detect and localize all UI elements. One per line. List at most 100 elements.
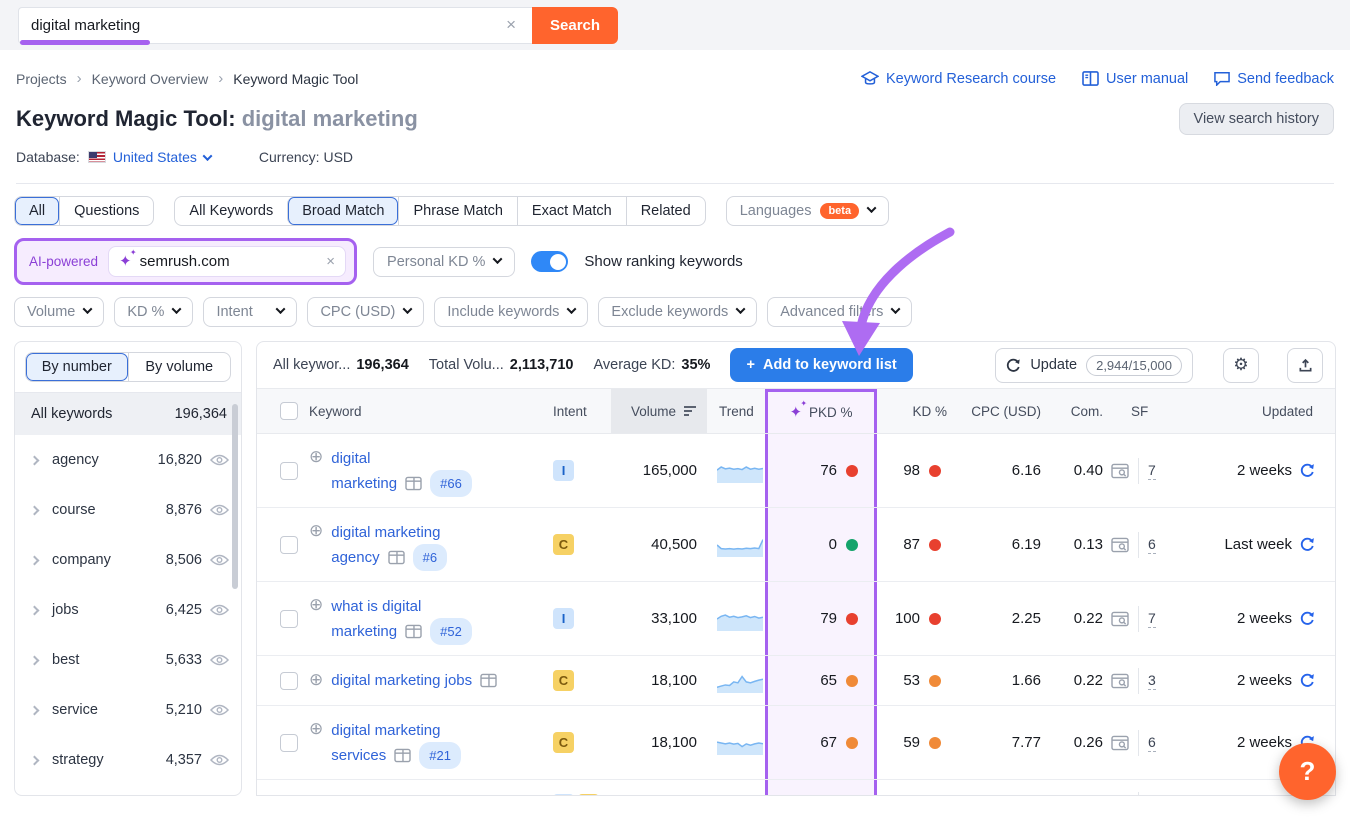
- ranking-position-pill[interactable]: #52: [430, 618, 472, 645]
- column-trend[interactable]: Trend: [707, 389, 765, 433]
- view-search-history-button[interactable]: View search history: [1179, 103, 1334, 135]
- eye-icon[interactable]: [210, 704, 229, 716]
- eye-icon[interactable]: [210, 654, 229, 666]
- ranking-position-pill[interactable]: #66: [430, 470, 472, 497]
- tab-related[interactable]: Related: [626, 197, 705, 225]
- add-keyword-icon[interactable]: ⊕: [309, 794, 323, 796]
- add-keyword-icon[interactable]: ⊕: [309, 595, 323, 615]
- sidebar-item-company[interactable]: company8,506: [15, 535, 241, 585]
- keyword-link[interactable]: services: [331, 744, 386, 767]
- tab-questions[interactable]: Questions: [59, 197, 153, 225]
- intent-filter-dropdown[interactable]: Intent: [203, 297, 297, 327]
- row-checkbox[interactable]: [280, 734, 298, 752]
- serp-preview-icon[interactable]: [1111, 735, 1129, 751]
- serp-icon[interactable]: [388, 550, 405, 565]
- column-kd[interactable]: KD %: [877, 389, 947, 433]
- tab-all-keywords[interactable]: All Keywords: [175, 197, 287, 225]
- refresh-icon[interactable]: [1300, 463, 1315, 478]
- personal-kd-dropdown[interactable]: Personal KD %: [373, 247, 515, 277]
- table-settings-button[interactable]: ⚙: [1223, 348, 1259, 383]
- eye-icon[interactable]: [210, 754, 229, 766]
- kd-filter-dropdown[interactable]: KD %: [114, 297, 193, 327]
- refresh-icon[interactable]: [1300, 537, 1315, 552]
- database-selector[interactable]: United States: [113, 149, 211, 165]
- languages-dropdown[interactable]: Languages beta: [726, 196, 889, 226]
- keyword-link[interactable]: digital marketing jobs: [331, 669, 472, 692]
- serp-features-count[interactable]: 3: [1148, 672, 1156, 690]
- column-pkd[interactable]: ✦ PKD %: [765, 389, 877, 433]
- column-updated[interactable]: Updated: [1177, 389, 1335, 433]
- include-keywords-dropdown[interactable]: Include keywords: [434, 297, 588, 327]
- eye-icon[interactable]: [210, 454, 229, 466]
- advanced-filters-dropdown[interactable]: Advanced filters: [767, 297, 912, 327]
- add-to-keyword-list-button[interactable]: + Add to keyword list: [730, 348, 912, 382]
- domain-input[interactable]: ✦ semrush.com ×: [108, 246, 346, 277]
- keyword-link[interactable]: digital: [331, 447, 370, 470]
- serp-features-count[interactable]: 6: [1148, 734, 1156, 752]
- update-button[interactable]: Update 2,944/15,000: [995, 348, 1193, 383]
- intent-badge[interactable]: I: [553, 460, 574, 481]
- row-checkbox[interactable]: [280, 610, 298, 628]
- sidebar-item-jobs[interactable]: jobs6,425: [15, 585, 241, 635]
- tab-by-volume[interactable]: By volume: [128, 353, 231, 381]
- send-feedback-link[interactable]: Send feedback: [1214, 71, 1334, 87]
- refresh-icon[interactable]: [1300, 673, 1315, 688]
- serp-features-count[interactable]: 11: [1148, 796, 1163, 797]
- breadcrumb-projects[interactable]: Projects: [16, 71, 67, 87]
- column-volume[interactable]: Volume: [611, 389, 707, 433]
- row-checkbox[interactable]: [280, 462, 298, 480]
- sidebar-item-strategy[interactable]: strategy4,357: [15, 735, 241, 785]
- intent-badge[interactable]: C: [553, 534, 574, 555]
- sidebar-item-course[interactable]: course8,876: [15, 485, 241, 535]
- serp-icon[interactable]: [480, 673, 497, 688]
- clear-domain-icon[interactable]: ×: [326, 253, 335, 270]
- keyword-link[interactable]: marketing: [331, 472, 397, 495]
- serp-icon[interactable]: [394, 748, 411, 763]
- serp-preview-icon[interactable]: [1111, 611, 1129, 627]
- intent-badge[interactable]: I: [553, 608, 574, 629]
- user-manual-link[interactable]: User manual: [1082, 71, 1188, 87]
- serp-features-count[interactable]: 7: [1148, 462, 1156, 480]
- export-button[interactable]: [1287, 348, 1323, 383]
- intent-badge[interactable]: I: [553, 794, 574, 796]
- exclude-keywords-dropdown[interactable]: Exclude keywords: [598, 297, 757, 327]
- keyword-link[interactable]: digital marketing: [331, 719, 440, 742]
- tab-broad-match[interactable]: Broad Match: [287, 197, 398, 225]
- keyword-link[interactable]: agency: [331, 546, 379, 569]
- tab-all[interactable]: All: [15, 197, 59, 225]
- eye-icon[interactable]: [210, 604, 229, 616]
- row-checkbox[interactable]: [280, 796, 298, 797]
- sidebar-item-service[interactable]: service5,210: [15, 685, 241, 735]
- cpc-filter-dropdown[interactable]: CPC (USD): [307, 297, 424, 327]
- serp-icon[interactable]: [405, 476, 422, 491]
- sidebar-item-best[interactable]: best5,633: [15, 635, 241, 685]
- serp-preview-icon[interactable]: [1111, 463, 1129, 479]
- column-cpc[interactable]: CPC (USD): [947, 389, 1041, 433]
- tab-exact-match[interactable]: Exact Match: [517, 197, 626, 225]
- keyword-link[interactable]: marketing digital: [331, 793, 440, 796]
- ranking-position-pill[interactable]: #6: [413, 544, 447, 571]
- intent-badge[interactable]: C: [578, 794, 599, 796]
- tab-by-number[interactable]: By number: [26, 353, 128, 381]
- sidebar-item-agency[interactable]: agency16,820: [15, 435, 241, 485]
- eye-icon[interactable]: [210, 554, 229, 566]
- clear-search-icon[interactable]: ×: [502, 15, 520, 35]
- search-button[interactable]: Search: [532, 7, 618, 44]
- sidebar-item-management[interactable]: management3,812: [15, 785, 241, 796]
- column-sf[interactable]: SF: [1103, 389, 1177, 433]
- keyword-link[interactable]: marketing: [331, 620, 397, 643]
- search-input[interactable]: digital marketing ×: [18, 7, 532, 44]
- serp-features-count[interactable]: 7: [1148, 610, 1156, 628]
- add-keyword-icon[interactable]: ⊕: [309, 670, 323, 690]
- help-button[interactable]: ?: [1279, 743, 1336, 800]
- tab-phrase-match[interactable]: Phrase Match: [398, 197, 516, 225]
- column-com[interactable]: Com.: [1041, 389, 1103, 433]
- keyword-link[interactable]: digital marketing: [331, 521, 440, 544]
- intent-badge[interactable]: C: [553, 732, 574, 753]
- column-keyword[interactable]: Keyword: [309, 389, 553, 433]
- keyword-research-course-link[interactable]: Keyword Research course: [861, 71, 1056, 87]
- add-keyword-icon[interactable]: ⊕: [309, 447, 323, 467]
- intent-badge[interactable]: C: [553, 670, 574, 691]
- serp-preview-icon[interactable]: [1111, 537, 1129, 553]
- serp-preview-icon[interactable]: [1111, 673, 1129, 689]
